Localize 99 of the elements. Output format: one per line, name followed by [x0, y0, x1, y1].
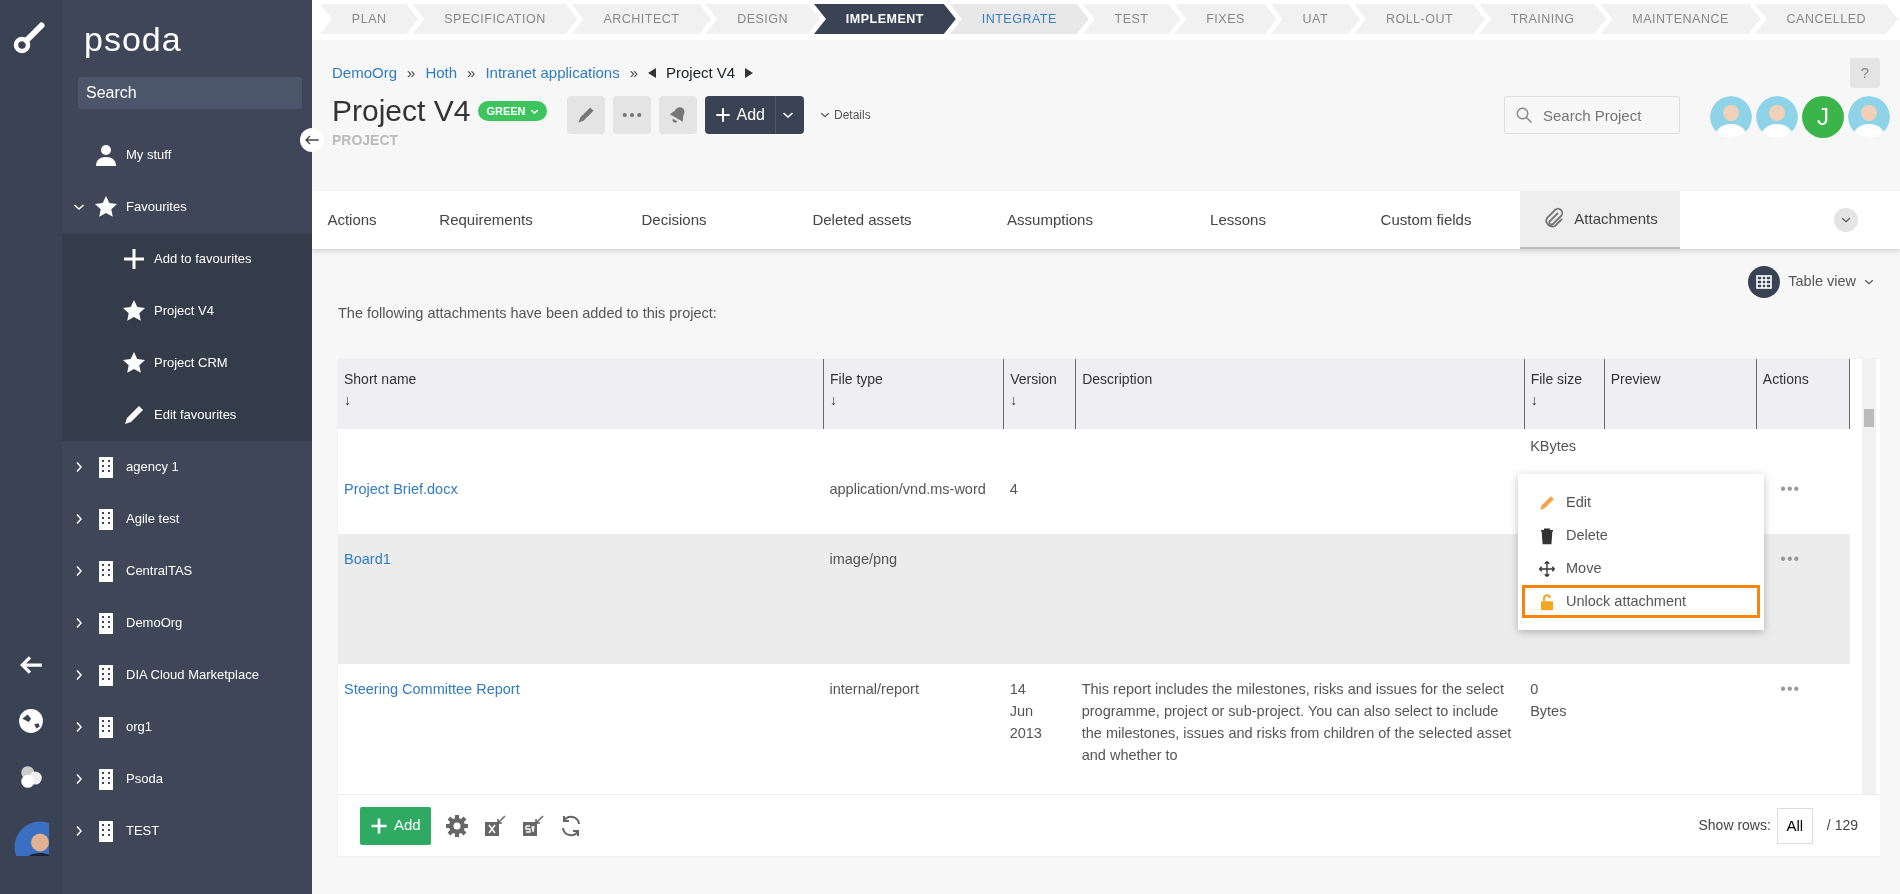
star-icon: [122, 299, 146, 323]
user-icon: [94, 143, 118, 167]
sort-arrow: ↓: [1010, 391, 1019, 410]
sidebar-item[interactable]: DemoOrg: [62, 597, 312, 649]
table-cell: KBytes: [1530, 438, 1577, 454]
rows-field[interactable]: All: [1776, 807, 1813, 844]
table-icon: [1748, 266, 1781, 298]
tab[interactable]: Custom fields: [1332, 191, 1520, 249]
breadcrumb-separator: »: [629, 62, 638, 83]
plus-icon: [122, 247, 146, 271]
menu-item[interactable]: Delete: [1522, 519, 1760, 552]
sidebar-item[interactable]: Favourites: [62, 181, 312, 233]
notify-button[interactable]: [658, 96, 697, 134]
search-field[interactable]: Search: [78, 77, 302, 109]
more-tabs-button[interactable]: [1834, 208, 1858, 232]
stage-step[interactable]: IMPLEMENT: [814, 4, 956, 34]
next-icon[interactable]: [745, 68, 754, 78]
sidebar-item[interactable]: DIA Cloud Marketplace: [62, 649, 312, 701]
table-cell: application/vnd.ms-word: [829, 481, 986, 497]
globe-icon[interactable]: [18, 708, 44, 734]
plus-icon: [370, 816, 388, 835]
sort-arrow: ↓: [344, 391, 352, 410]
chevron-down-icon: [1864, 277, 1874, 287]
logo-text: psoda: [83, 19, 183, 60]
breadcrumb-separator: »: [467, 62, 476, 83]
description-text: This report includes the milestones, risks and issues for the select programme, project or sub-project. You can also select to include the milestones, issues and risks from children of the selected asset and whether to: [1081, 681, 1512, 763]
move-icon: [1538, 559, 1556, 578]
sidebar-item[interactable]: Project V4: [62, 285, 312, 337]
table-cell: internal/report: [829, 681, 919, 697]
sidebar-item[interactable]: My stuff: [62, 129, 312, 181]
add-button[interactable]: Add: [704, 96, 804, 134]
table-cell: 4: [1009, 481, 1018, 497]
tab[interactable]: Decisions: [580, 191, 768, 249]
project-title: Project V4: [332, 96, 471, 126]
sidebar-item[interactable]: Psoda: [62, 753, 312, 805]
sidebar-item[interactable]: Edit favourites: [62, 389, 312, 441]
view-switch-button[interactable]: Table view: [1742, 265, 1880, 299]
row-total: / 129: [1826, 816, 1858, 835]
sort-arrow: ↓: [1530, 391, 1539, 410]
column-header[interactable]: Description: [1075, 359, 1525, 429]
tab[interactable]: Lessons: [1144, 191, 1332, 249]
sidebar-item[interactable]: Project CRM: [62, 337, 312, 389]
column-header[interactable]: File type ↓: [823, 359, 1004, 429]
more-icon: [621, 112, 642, 118]
tab[interactable]: Actions: [312, 191, 392, 249]
file-link[interactable]: Project Brief.docx: [344, 481, 458, 497]
details-link[interactable]: Details: [820, 106, 871, 124]
sidebar-item[interactable]: Agile test: [62, 493, 312, 545]
sidebar-item[interactable]: CentralTAS: [62, 545, 312, 597]
breadcrumb-current: Project V4: [666, 62, 736, 83]
sidebar-item[interactable]: Add to favourites: [62, 233, 312, 285]
menu-item[interactable]: Unlock attachment: [1522, 585, 1760, 618]
settings-icon[interactable]: [444, 813, 469, 838]
table-cell: 0 Bytes: [1530, 681, 1567, 719]
tab[interactable]: Assumptions: [956, 191, 1144, 249]
scrollbar-thumb[interactable]: [1864, 409, 1874, 427]
intro-text: The following attachments have been added to this project:: [337, 304, 718, 323]
previous-icon[interactable]: [648, 68, 656, 78]
breadcrumb-link[interactable]: DemoOrg: [332, 61, 398, 85]
plus-icon: [714, 107, 731, 123]
sidebar-item[interactable]: org1: [62, 701, 312, 753]
search-field[interactable]: Search Project: [1504, 96, 1680, 134]
tab[interactable]: Deleted assets: [768, 191, 956, 249]
csv-export-icon[interactable]: [520, 813, 545, 838]
star-icon: [94, 195, 118, 219]
breadcrumb-link[interactable]: Intranet applications: [485, 61, 620, 85]
table-cell: image/png: [829, 551, 898, 567]
show-rows-label: Show rows:: [1698, 816, 1771, 835]
chevron-down-icon: [1841, 215, 1851, 225]
pencil-icon: [122, 403, 146, 427]
star-icon: [122, 351, 146, 375]
breadcrumb-link[interactable]: Hoth: [425, 61, 458, 85]
file-link[interactable]: Board1: [344, 551, 391, 567]
menu-item[interactable]: Edit: [1522, 486, 1760, 519]
spreadsheet-export-icon[interactable]: [482, 813, 507, 838]
tab[interactable]: Attachments: [1520, 191, 1680, 249]
collapse-sidebar-button[interactable]: [300, 128, 324, 152]
padlock-icon: [1538, 592, 1556, 611]
stage-step[interactable]: INTEGRATE: [949, 4, 1089, 34]
chevron-down-icon: [820, 110, 830, 120]
trash-icon: [1538, 526, 1556, 545]
breadcrumb-separator: »: [407, 62, 416, 83]
tab[interactable]: Requirements: [392, 191, 580, 249]
column-header[interactable]: File size ↓: [1524, 359, 1605, 429]
project-type: PROJECT: [332, 131, 400, 150]
search-icon: [1515, 106, 1533, 124]
menu-item[interactable]: Move: [1522, 552, 1760, 585]
table-cell: 14 Jun 2013: [1009, 681, 1042, 741]
column-header[interactable]: Preview: [1604, 359, 1757, 429]
sidebar-item[interactable]: agency 1: [62, 441, 312, 493]
sort-arrow: ↓: [829, 391, 838, 410]
column-header[interactable]: Short name ↓: [338, 359, 824, 429]
column-header[interactable]: Version ↓: [1003, 359, 1076, 429]
edit-button[interactable]: [566, 96, 605, 134]
sidebar-item[interactable]: TEST: [62, 805, 312, 857]
circles-icon[interactable]: [18, 764, 44, 790]
more-button[interactable]: [612, 96, 651, 134]
file-link[interactable]: Steering Committee Report: [344, 681, 520, 697]
column-header[interactable]: Actions: [1756, 359, 1850, 429]
